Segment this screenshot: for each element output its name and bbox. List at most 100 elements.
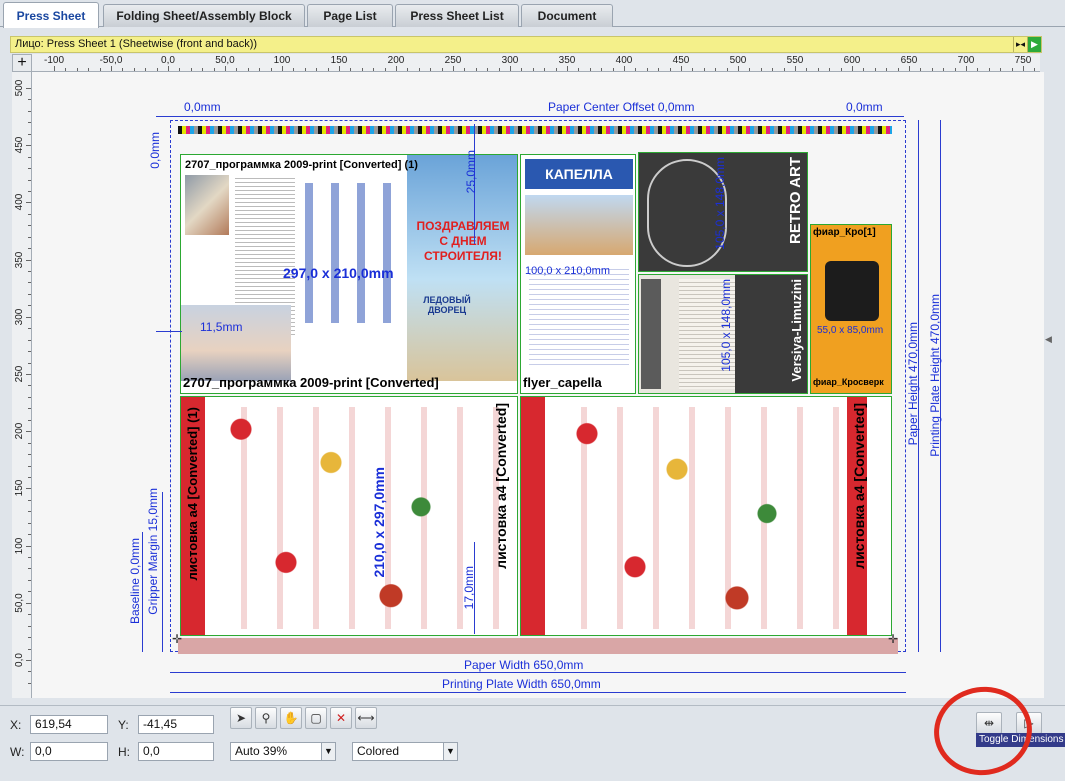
tab-folding-sheet[interactable]: Folding Sheet/Assembly Block	[103, 4, 305, 27]
document-retro-art[interactable]: 105,0 x 148,0mm RETRO ART	[638, 152, 808, 272]
tshirt-image	[825, 261, 879, 321]
ruler-origin-crosshair-icon[interactable]: +	[12, 54, 32, 72]
ruler-label: 600	[843, 55, 861, 66]
tab-bar: Press Sheet Folding Sheet/Assembly Block…	[0, 0, 1065, 28]
ruler-minor-tick	[578, 68, 580, 71]
width-field[interactable]: 0,0	[30, 742, 108, 761]
document-listovka-a4[interactable]: листовка а4 [Converted]	[520, 396, 892, 636]
ruler-minor-tick	[441, 68, 443, 71]
ruler-minor-tick	[840, 68, 842, 71]
ruler-minor-tick	[361, 68, 363, 71]
ruler-minor-tick	[28, 614, 31, 616]
ruler-label: 50,0	[215, 55, 235, 66]
ruler-minor-tick	[28, 156, 31, 158]
ruler-minor-tick	[327, 68, 329, 71]
ruler-tick	[26, 202, 31, 204]
tab-press-sheet-list[interactable]: Press Sheet List	[395, 4, 519, 27]
ruler-minor-tick	[28, 511, 31, 513]
ruler-tick	[624, 66, 625, 71]
ruler-tick	[54, 66, 55, 71]
ruler-minor-tick	[28, 282, 31, 284]
ruler-tick	[26, 660, 31, 661]
ruler-minor-tick	[532, 68, 534, 71]
zoom-select[interactable]: Auto 39% ▼	[230, 742, 336, 761]
ruler-minor-tick	[28, 522, 31, 524]
zoom-magnifier-icon[interactable]: ⚲	[255, 707, 277, 729]
ruler-minor-tick	[28, 534, 31, 536]
gripper-strip	[178, 638, 898, 654]
ruler-minor-tick	[498, 68, 500, 71]
ruler-minor-tick	[544, 68, 546, 71]
sheet-canvas[interactable]: 0,0mm Paper Center Offset 0,0mm 0,0mm 0,…	[32, 72, 1044, 698]
select-arrow-icon[interactable]: ➤	[230, 707, 252, 729]
flyer-side-bar	[521, 397, 545, 635]
ruler-tick	[282, 66, 283, 71]
ruler-minor-tick	[28, 225, 31, 227]
ruler-minor-tick	[270, 68, 272, 71]
y-coordinate-field[interactable]: -41,45	[138, 715, 214, 734]
left-margin-line	[156, 331, 182, 332]
hand-pan-icon[interactable]: ✋	[280, 707, 302, 729]
ruler-label: 150	[14, 480, 25, 497]
delete-mark-icon[interactable]: ✕	[330, 707, 352, 729]
scroll-left-arrow-icon[interactable]: ◀	[1045, 334, 1052, 345]
ruler-label: 550	[786, 55, 804, 66]
ruler-minor-tick	[99, 68, 101, 71]
ruler-label: -50,0	[99, 55, 123, 66]
portrait-image	[185, 175, 229, 235]
tab-page-list[interactable]: Page List	[307, 4, 393, 27]
ruler-minor-tick	[749, 68, 751, 71]
frame-icon[interactable]: ▢	[305, 707, 327, 729]
document-top-label: фиар_Кро[1]	[813, 227, 876, 238]
color-mode-value: Colored	[357, 744, 400, 758]
ruler-label: 450	[672, 55, 690, 66]
gripper-margin-line	[162, 492, 163, 652]
ruler-minor-tick	[783, 68, 785, 71]
sheet-title: Лицо: Press Sheet 1 (Sheetwise (front an…	[15, 38, 258, 50]
ruler-minor-tick	[65, 68, 67, 71]
ruler-minor-tick	[28, 271, 31, 273]
ruler-minor-tick	[122, 68, 124, 71]
ruler-tick	[396, 66, 397, 71]
gap-bottom-label: 17,0mm	[462, 566, 476, 610]
height-field[interactable]: 0,0	[138, 742, 214, 761]
ruler-label: 250	[444, 55, 462, 66]
color-mode-select[interactable]: Colored ▼	[352, 742, 458, 761]
ruler-minor-tick	[817, 68, 819, 71]
ruler-minor-tick	[28, 351, 31, 353]
ruler-label: 300	[501, 55, 519, 66]
ruler-minor-tick	[133, 68, 135, 71]
split-icon[interactable]: ▸◂	[1013, 37, 1027, 52]
ruler-minor-tick	[28, 99, 31, 101]
ruler-minor-tick	[931, 68, 933, 71]
ruler-minor-tick	[88, 68, 90, 71]
ruler-tick	[111, 66, 112, 71]
ruler-minor-tick	[350, 68, 352, 71]
document-versiya-limuzini[interactable]: 105,0 x 148,0mm Versiya-Limuzini	[638, 274, 808, 394]
ruler-minor-tick	[28, 110, 31, 112]
sheet-title-bar: Лицо: Press Sheet 1 (Sheetwise (front an…	[10, 36, 1042, 53]
vertical-scrollbar[interactable]: ◀	[1044, 54, 1054, 698]
ruler-minor-tick	[521, 68, 523, 71]
tab-document[interactable]: Document	[521, 4, 613, 27]
ruler-minor-tick	[760, 68, 762, 71]
x-coordinate-field[interactable]: 619,54	[30, 715, 108, 734]
document-fiar-krosverk[interactable]: фиар_Кро[1] 55,0 x 85,0mm фиар_Кросверк	[810, 224, 892, 394]
measure-icon[interactable]: ⟷	[355, 707, 377, 729]
ruler-tick	[966, 66, 967, 71]
ruler-minor-tick	[28, 442, 31, 444]
ruler-tick	[26, 374, 31, 375]
document-flyer-capella[interactable]: КАПЕЛЛА 100,0 x 210,0mm flyer_capella	[520, 154, 636, 394]
ruler-label: 250	[14, 365, 25, 383]
tab-press-sheet[interactable]: Press Sheet	[3, 2, 99, 28]
ruler-minor-tick	[28, 293, 31, 295]
play-icon[interactable]: ▶	[1027, 37, 1041, 52]
ruler-minor-tick	[28, 465, 31, 467]
ruler-minor-tick	[669, 68, 671, 71]
ruler-tick	[26, 602, 31, 604]
ruler-minor-tick	[407, 68, 409, 71]
horizontal-ruler: -100 -50,0 0,0 50,0 100 150 200 250 300 350 400 450…	[32, 54, 1040, 72]
ruler-tick	[26, 431, 31, 433]
ruler-minor-tick	[726, 68, 728, 71]
ruler-minor-tick	[28, 168, 31, 170]
